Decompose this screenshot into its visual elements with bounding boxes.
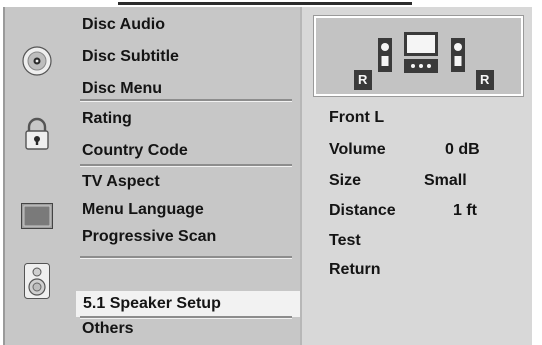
menu-item-disc-menu[interactable]: Disc Menu <box>82 80 162 98</box>
size-value[interactable]: Small <box>424 172 467 190</box>
disc-icon <box>22 46 52 81</box>
setup-menu-screen: Disc Audio Disc Subtitle Disc Menu Ratin… <box>0 0 542 345</box>
speaker-setup-panel: R R Front L Volume 0 dB Size Small Dista… <box>300 7 532 345</box>
speaker-layout-diagram: R R <box>313 15 524 97</box>
rear-right-speaker-label: R <box>480 72 490 87</box>
menu-separator <box>80 99 292 102</box>
size-label[interactable]: Size <box>329 172 361 190</box>
volume-value[interactable]: 0 dB <box>445 141 480 159</box>
volume-label[interactable]: Volume <box>329 141 386 159</box>
title-bar-line <box>118 2 412 5</box>
tv-icon <box>21 203 53 234</box>
menu-item-tv-aspect[interactable]: TV Aspect <box>82 173 160 191</box>
menu-item-disc-subtitle[interactable]: Disc Subtitle <box>82 48 179 66</box>
menu-item-rating[interactable]: Rating <box>82 110 132 128</box>
distance-value[interactable]: 1 ft <box>453 202 477 220</box>
menu-item-menu-language[interactable]: Menu Language <box>82 201 204 219</box>
menu-item-others[interactable]: Others <box>82 320 134 338</box>
menu-item-speaker-setup[interactable]: 5.1 Speaker Setup <box>76 291 305 317</box>
distance-label[interactable]: Distance <box>329 202 396 220</box>
lock-icon <box>23 117 51 156</box>
menu-separator <box>80 256 292 259</box>
menu-separator <box>80 316 292 319</box>
menu-separator <box>80 164 292 167</box>
test-option[interactable]: Test <box>329 232 361 250</box>
channel-label: Front L <box>329 109 385 126</box>
menu-item-label: 5.1 Speaker Setup <box>83 295 221 312</box>
menu-item-progressive-scan[interactable]: Progressive Scan <box>82 228 216 246</box>
return-option[interactable]: Return <box>329 261 381 279</box>
speaker-icon <box>24 263 50 304</box>
menu-panel: Disc Audio Disc Subtitle Disc Menu Ratin… <box>3 7 305 345</box>
rear-left-speaker-label: R <box>358 72 368 87</box>
menu-item-disc-audio[interactable]: Disc Audio <box>82 16 165 34</box>
menu-item-country-code[interactable]: Country Code <box>82 142 188 160</box>
